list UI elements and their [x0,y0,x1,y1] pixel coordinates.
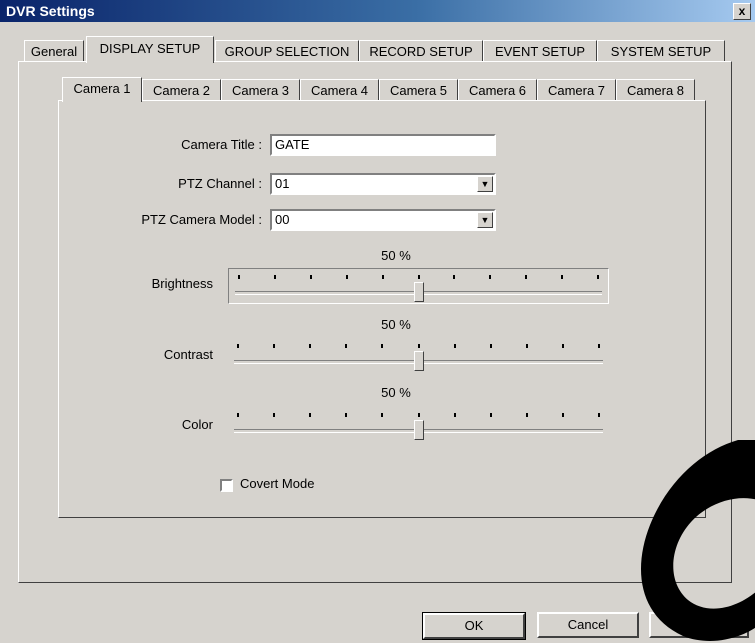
tab-camera-7[interactable]: Camera 7 [537,79,616,101]
slider-tick [237,344,239,348]
brightness-slider[interactable] [228,268,609,304]
covert-mode-label: Covert Mode [240,476,315,491]
ptz-channel-value: 01 [275,176,290,191]
tab-group-selection[interactable]: GROUP SELECTION [215,40,359,62]
tab-display-setup[interactable]: DISPLAY SETUP [86,36,214,63]
ptz-model-label: PTZ Camera Model : [141,212,262,227]
contrast-slider[interactable] [228,338,609,374]
ptz-model-select[interactable]: 00 ▼ [270,209,496,231]
tab-general[interactable]: General [24,40,84,62]
slider-tick [525,413,528,417]
slider-tick [489,413,492,417]
slider-thumb[interactable] [413,351,424,371]
tab-camera-3[interactable]: Camera 3 [221,79,300,101]
close-icon[interactable]: x [733,3,751,20]
slider-tick [345,413,348,417]
slider-tick [238,275,240,279]
slider-tick [525,344,528,348]
color-value: 50 % [381,385,411,400]
contrast-value: 50 % [381,317,411,332]
slider-tick [273,344,276,348]
title-bar[interactable]: DVR Settings x [0,0,755,22]
slider-tick [453,413,456,417]
slider-tick [345,344,348,348]
slider-tick [597,275,599,279]
slider-thumb[interactable] [413,282,424,302]
tab-camera-6[interactable]: Camera 6 [458,79,537,101]
chevron-down-icon[interactable]: ▼ [477,212,493,228]
slider-tick [598,344,600,348]
dvr-settings-window: DVR Settings x General DISPLAY SETUP GRO… [0,0,755,643]
slider-tick [381,413,384,417]
brightness-value: 50 % [381,248,411,263]
slider-tick [417,413,420,417]
slider-tick [273,275,276,279]
slider-tick [489,275,492,279]
slider-tick [309,344,312,348]
tab-event-setup[interactable]: EVENT SETUP [483,40,597,62]
slider-tick [561,275,564,279]
slider-tick [453,344,456,348]
ptz-model-value: 00 [275,212,290,227]
slider-tick [381,344,384,348]
slider-tick [525,275,528,279]
slider-tick [273,413,276,417]
watermark-logo [641,440,755,641]
slider-tick [381,275,384,279]
color-slider[interactable] [228,407,609,443]
slider-tick [489,344,492,348]
tab-system-setup[interactable]: SYSTEM SETUP [597,40,725,62]
slider-thumb[interactable] [413,420,424,440]
camera-title-label: Camera Title : [181,137,262,152]
slider-tick [598,413,600,417]
tab-camera-2[interactable]: Camera 2 [142,79,221,101]
color-label: Color [181,417,213,432]
tab-camera-8[interactable]: Camera 8 [616,79,695,101]
slider-tick [417,344,420,348]
ptz-channel-label: PTZ Channel : [178,176,262,191]
slider-tick [453,275,456,279]
covert-mode-checkbox[interactable] [220,479,233,492]
tab-camera-5[interactable]: Camera 5 [379,79,458,101]
ptz-channel-select[interactable]: 01 ▼ [270,173,496,195]
chevron-down-icon[interactable]: ▼ [477,176,493,192]
slider-tick [561,413,564,417]
tab-camera-1[interactable]: Camera 1 [62,77,142,102]
contrast-label: Contrast [163,347,213,362]
camera-title-input[interactable]: GATE [270,134,496,156]
slider-tick [345,275,348,279]
ok-button[interactable]: OK [422,612,526,640]
slider-tick [309,275,312,279]
slider-tick [309,413,312,417]
slider-tick [561,344,564,348]
tab-camera-4[interactable]: Camera 4 [300,79,379,101]
slider-tick [417,275,420,279]
window-title: DVR Settings [6,3,95,19]
brightness-label: Brightness [151,276,213,291]
slider-tick [237,413,239,417]
tab-record-setup[interactable]: RECORD SETUP [359,40,483,62]
